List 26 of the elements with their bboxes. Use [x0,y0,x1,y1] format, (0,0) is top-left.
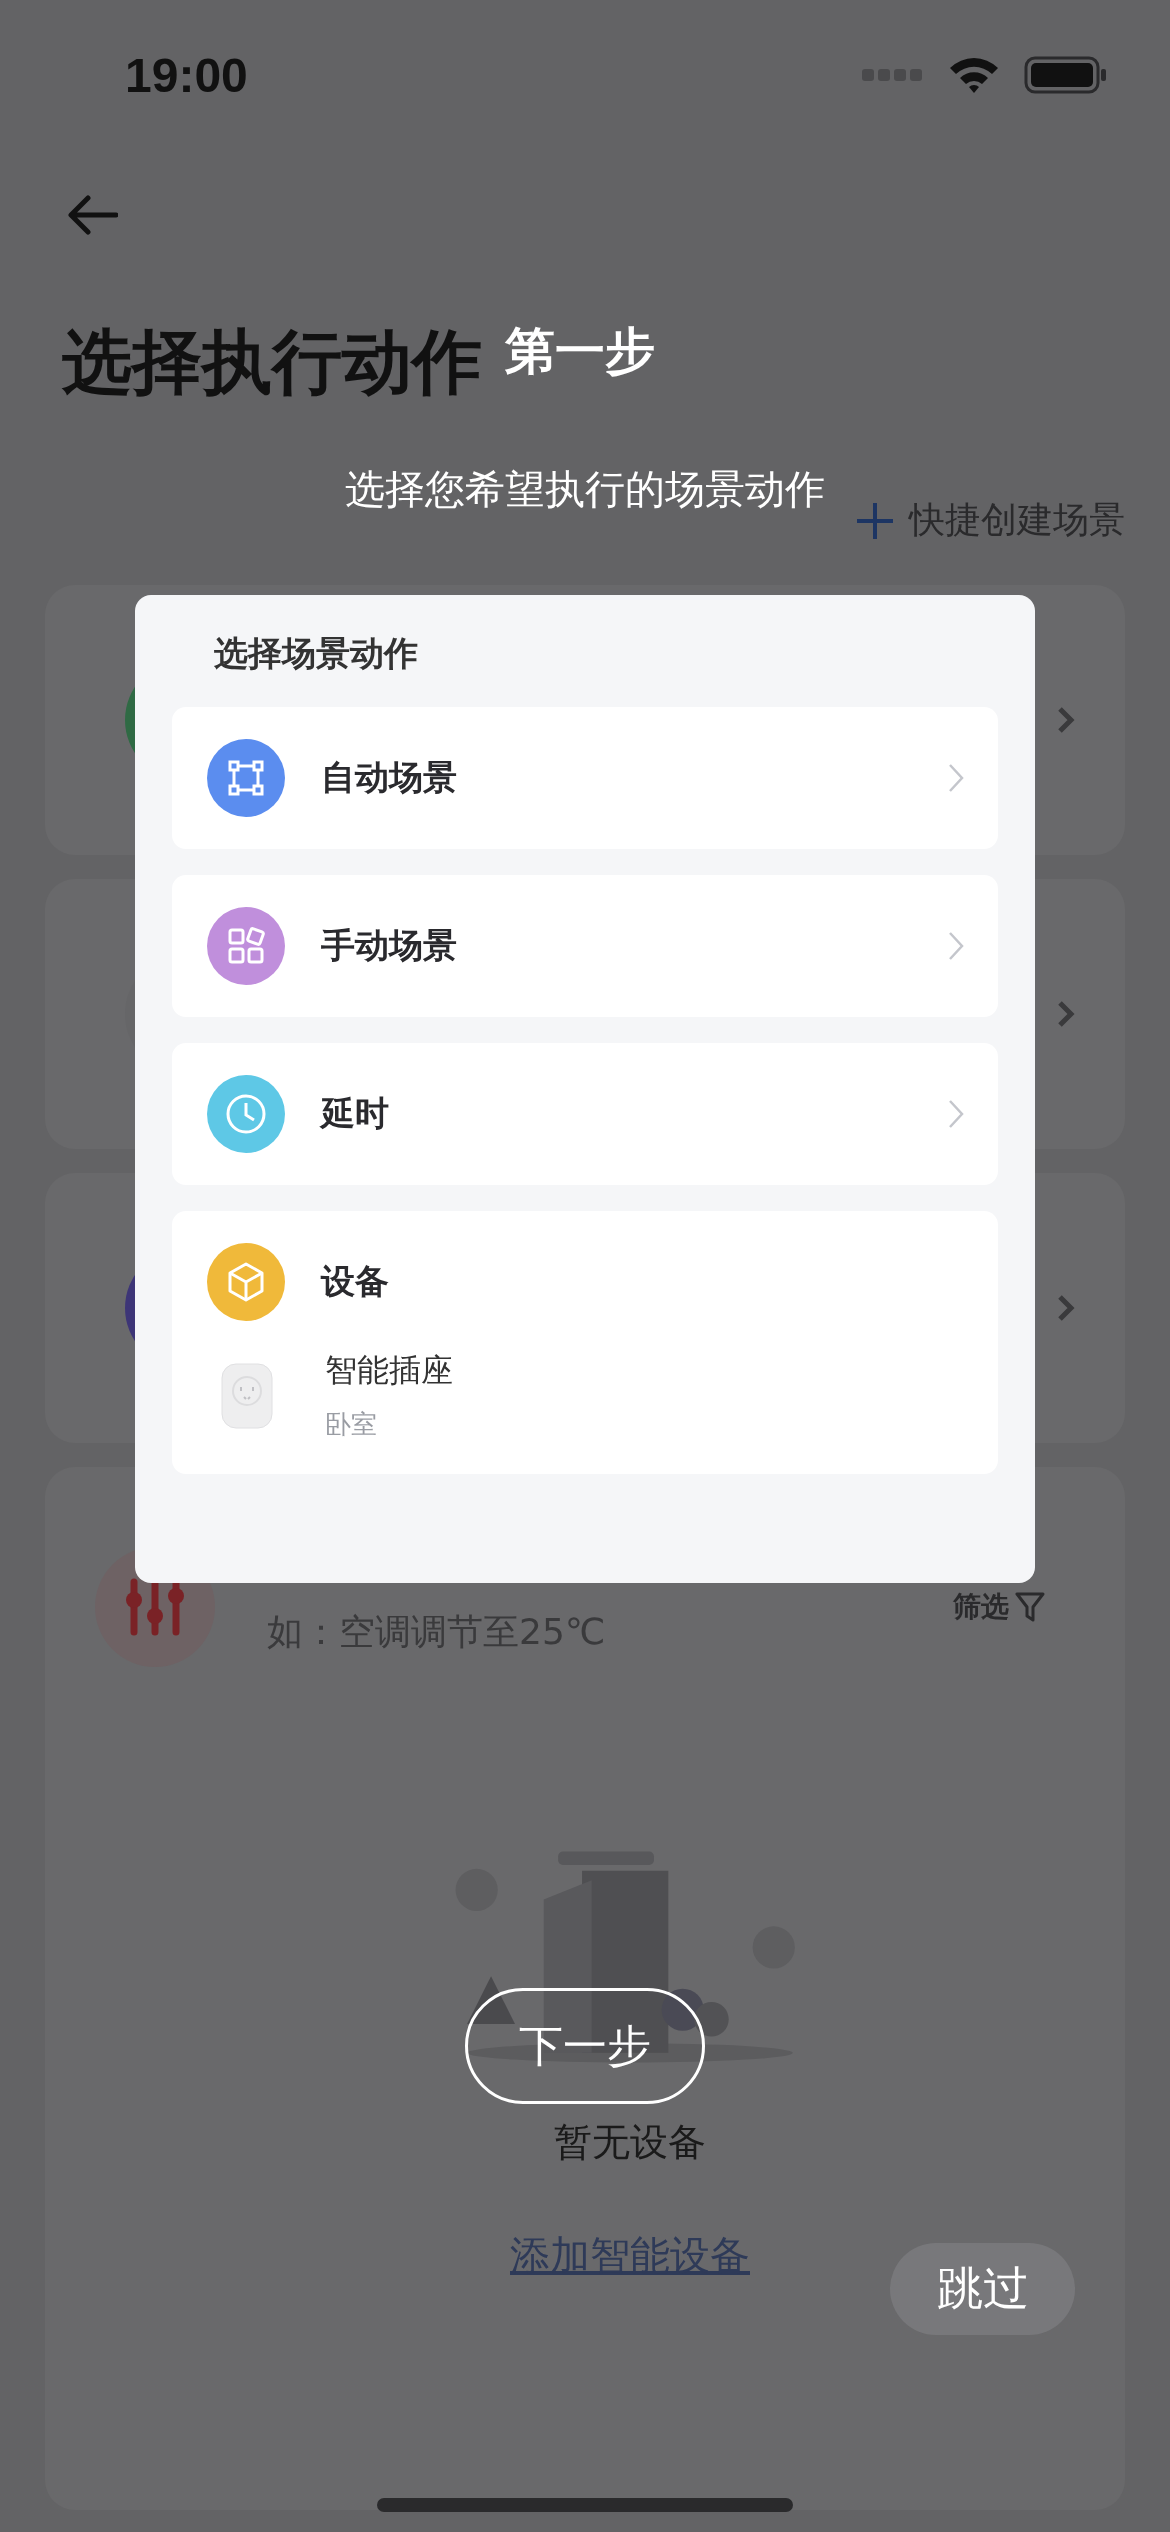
next-button[interactable]: 下一步 [465,1988,705,2104]
action-option[interactable]: 延时 [172,1043,998,1185]
chevron-icon [948,1099,964,1129]
dialog-title: 选择场景动作 [214,632,419,675]
chevron-icon [1057,706,1075,734]
battery-icon [1024,56,1108,94]
back-arrow-icon[interactable] [68,195,118,235]
chevron-icon [948,931,964,961]
signal-icon [862,67,924,83]
step-title: 第一步 [505,321,655,382]
action-option[interactable]: 手动场景 [172,875,998,1017]
plus-icon [855,500,895,541]
chevron-icon [1057,1294,1075,1322]
group-label: 设备 [321,1260,389,1303]
empty-text: 暂无设备 [554,2119,706,2166]
chevron-icon [1057,1000,1075,1028]
action-option[interactable]: 自动场景 [172,707,998,849]
guide-hint: 选择您希望执行的场景动作 [345,465,825,514]
device-item[interactable]: 智能插座 卧室 [207,1349,963,1442]
chevron-icon [948,763,964,793]
page-title: 选择执行动作 [62,320,482,404]
skip-button[interactable]: 跳过 [890,2243,1075,2335]
status-time: 19:00 [125,47,248,103]
filter-icon [1015,1591,1045,1623]
wifi-icon [948,56,1000,94]
smart-plug-icon [219,1360,275,1431]
